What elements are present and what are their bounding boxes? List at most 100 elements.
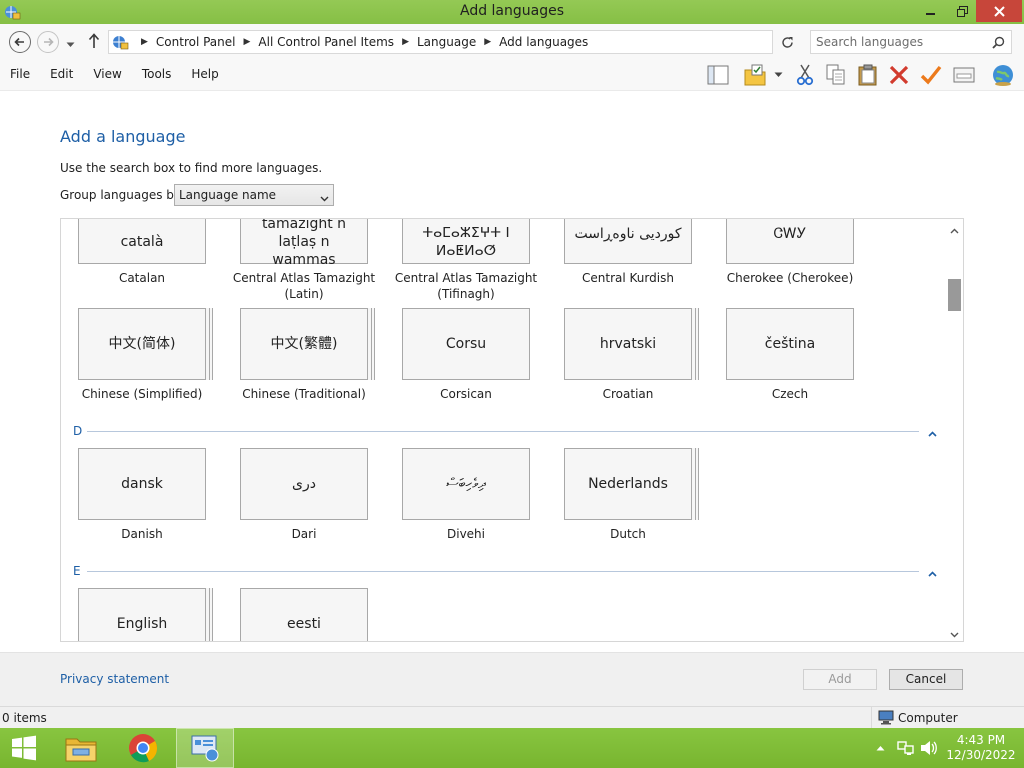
breadcrumb-control-panel[interactable]: Control Panel xyxy=(156,35,236,49)
language-tile-english[interactable]: English xyxy=(78,588,206,641)
folder-check-icon[interactable] xyxy=(742,63,768,87)
scroll-down-button[interactable] xyxy=(950,627,959,641)
search-hint: Use the search box to find more language… xyxy=(60,161,323,175)
collapse-group-d-button[interactable] xyxy=(928,426,937,440)
close-button[interactable] xyxy=(976,0,1022,22)
globe-icon[interactable] xyxy=(990,63,1016,87)
control-panel-taskbar-button[interactable] xyxy=(176,728,234,768)
group-by-value: Language name xyxy=(179,188,277,202)
cancel-button[interactable]: Cancel xyxy=(889,669,963,690)
refresh-button[interactable] xyxy=(776,30,798,54)
group-header-d[interactable]: D xyxy=(73,424,82,438)
language-name: Divehi xyxy=(447,527,485,541)
language-tile-czech[interactable]: čeština xyxy=(726,308,854,380)
language-tile-danish[interactable]: dansk xyxy=(78,448,206,520)
chevron-down-icon xyxy=(950,632,959,638)
network-icon[interactable] xyxy=(897,728,915,768)
language-tile-croatian[interactable]: hrvatski xyxy=(564,308,692,380)
search-input[interactable] xyxy=(816,34,986,50)
taskbar: 4:43 PM 12/30/2022 xyxy=(0,728,1024,768)
language-name: Czech xyxy=(771,387,809,401)
breadcrumb-language[interactable]: Language xyxy=(417,35,476,49)
chevron-up-icon xyxy=(928,571,937,577)
folder-options-dropdown[interactable] xyxy=(770,63,786,87)
paste-icon[interactable] xyxy=(855,63,881,87)
chevron-down-icon xyxy=(66,42,75,47)
chevron-up-icon xyxy=(928,431,937,437)
chevron-up-icon xyxy=(876,746,885,751)
scissors-icon[interactable] xyxy=(792,63,818,87)
computer-icon xyxy=(878,710,894,728)
collapse-group-e-button[interactable] xyxy=(928,566,937,580)
file-explorer-taskbar-button[interactable] xyxy=(52,728,110,768)
chevron-up-icon xyxy=(950,228,959,234)
refresh-icon xyxy=(781,36,793,48)
forward-button[interactable] xyxy=(37,31,59,53)
menu-edit[interactable]: Edit xyxy=(40,67,83,81)
arrow-left-icon xyxy=(14,37,24,47)
language-tile-divehi[interactable]: ދިވެހިބަސް xyxy=(402,448,530,520)
copy-icon[interactable] xyxy=(823,63,849,87)
language-tile-cherokee[interactable]: ᏣᎳᎩ xyxy=(726,219,854,264)
breadcrumb-add-languages[interactable]: Add languages xyxy=(499,35,588,49)
up-button[interactable] xyxy=(88,33,100,52)
menu-toolbar-row: File Edit View Tools Help xyxy=(0,59,1024,91)
menu-view[interactable]: View xyxy=(83,67,131,81)
add-button[interactable]: Add xyxy=(803,669,877,690)
address-toolbar: ▶ Control Panel ▶ All Control Panel Item… xyxy=(0,24,1024,59)
language-name: Catalan xyxy=(118,271,166,285)
language-name: Cherokee (Cherokee) xyxy=(726,271,854,285)
arrow-up-icon xyxy=(88,33,100,48)
group-header-e[interactable]: E xyxy=(73,564,81,578)
menu-tools[interactable]: Tools xyxy=(132,67,182,81)
language-tile-corsican[interactable]: Corsu xyxy=(402,308,530,380)
language-tile-catalan[interactable]: català xyxy=(78,219,206,264)
clock-date: 12/30/2022 xyxy=(946,748,1016,762)
layout-icon[interactable] xyxy=(705,63,731,87)
volume-icon[interactable] xyxy=(920,728,938,768)
language-name: Danish xyxy=(121,527,163,541)
language-name: Dutch xyxy=(610,527,646,541)
system-clock[interactable]: 4:43 PM 12/30/2022 xyxy=(946,733,1016,763)
address-bar[interactable]: ▶ Control Panel ▶ All Control Panel Item… xyxy=(108,30,877,54)
language-tile-chinese-simplified[interactable]: 中文(简体) xyxy=(78,308,206,380)
language-list[interactable]: català Catalan tamazight n laṭlaṣ n wamm… xyxy=(60,218,964,642)
folder-icon xyxy=(65,738,97,762)
recent-locations-button[interactable] xyxy=(66,37,75,51)
language-tile-dutch[interactable]: Nederlands xyxy=(564,448,692,520)
show-hidden-icons-button[interactable] xyxy=(876,728,885,768)
delete-icon[interactable] xyxy=(886,63,912,87)
back-button[interactable] xyxy=(9,31,31,53)
language-tile-dari[interactable]: درى xyxy=(240,448,368,520)
page-title: Add a language xyxy=(60,127,186,146)
scrollbar-thumb[interactable] xyxy=(948,279,961,311)
search-icon[interactable] xyxy=(992,36,1005,52)
window-title: Add languages xyxy=(459,3,565,19)
status-zone: Computer xyxy=(871,707,1024,728)
main-content: Add a language Use the search box to fin… xyxy=(0,91,1024,652)
menu-file[interactable]: File xyxy=(0,67,40,81)
menu-help[interactable]: Help xyxy=(181,67,228,81)
language-name: Corsican xyxy=(440,387,492,401)
breadcrumb: ▶ Control Panel ▶ All Control Panel Item… xyxy=(141,35,589,49)
start-button[interactable] xyxy=(0,728,48,768)
language-tile-chinese-traditional[interactable]: 中文(繁體) xyxy=(240,308,368,380)
restore-button[interactable] xyxy=(947,0,977,22)
check-icon[interactable] xyxy=(918,63,944,87)
chrome-taskbar-button[interactable] xyxy=(114,728,172,768)
language-tile-central-atlas-tamazight-tifinagh[interactable]: ⵜⴰⵎⴰⵣⵉⵖⵜ ⵏ ⵍⴰⵟⵍⴰⵚ xyxy=(402,219,530,264)
breadcrumb-all-items[interactable]: All Control Panel Items xyxy=(258,35,394,49)
arrow-right-icon xyxy=(44,37,54,47)
group-divider xyxy=(87,571,919,572)
minimize-button[interactable] xyxy=(916,0,946,22)
properties-icon[interactable] xyxy=(951,63,977,87)
privacy-statement-link[interactable]: Privacy statement xyxy=(60,672,169,686)
language-tile-estonian[interactable]: eesti xyxy=(240,588,368,641)
language-tile-central-atlas-tamazight-latin[interactable]: tamazight n laṭlaṣ n wammas xyxy=(240,219,368,268)
control-panel-icon xyxy=(111,33,129,54)
language-tile-central-kurdish[interactable]: کوردیی ناوەڕاست xyxy=(564,219,692,264)
scroll-up-button[interactable] xyxy=(950,223,959,237)
group-by-select[interactable]: Language name xyxy=(174,184,334,206)
language-name: Central Atlas Tamazight (Latin) xyxy=(232,271,376,301)
vertical-scrollbar[interactable] xyxy=(946,219,963,641)
